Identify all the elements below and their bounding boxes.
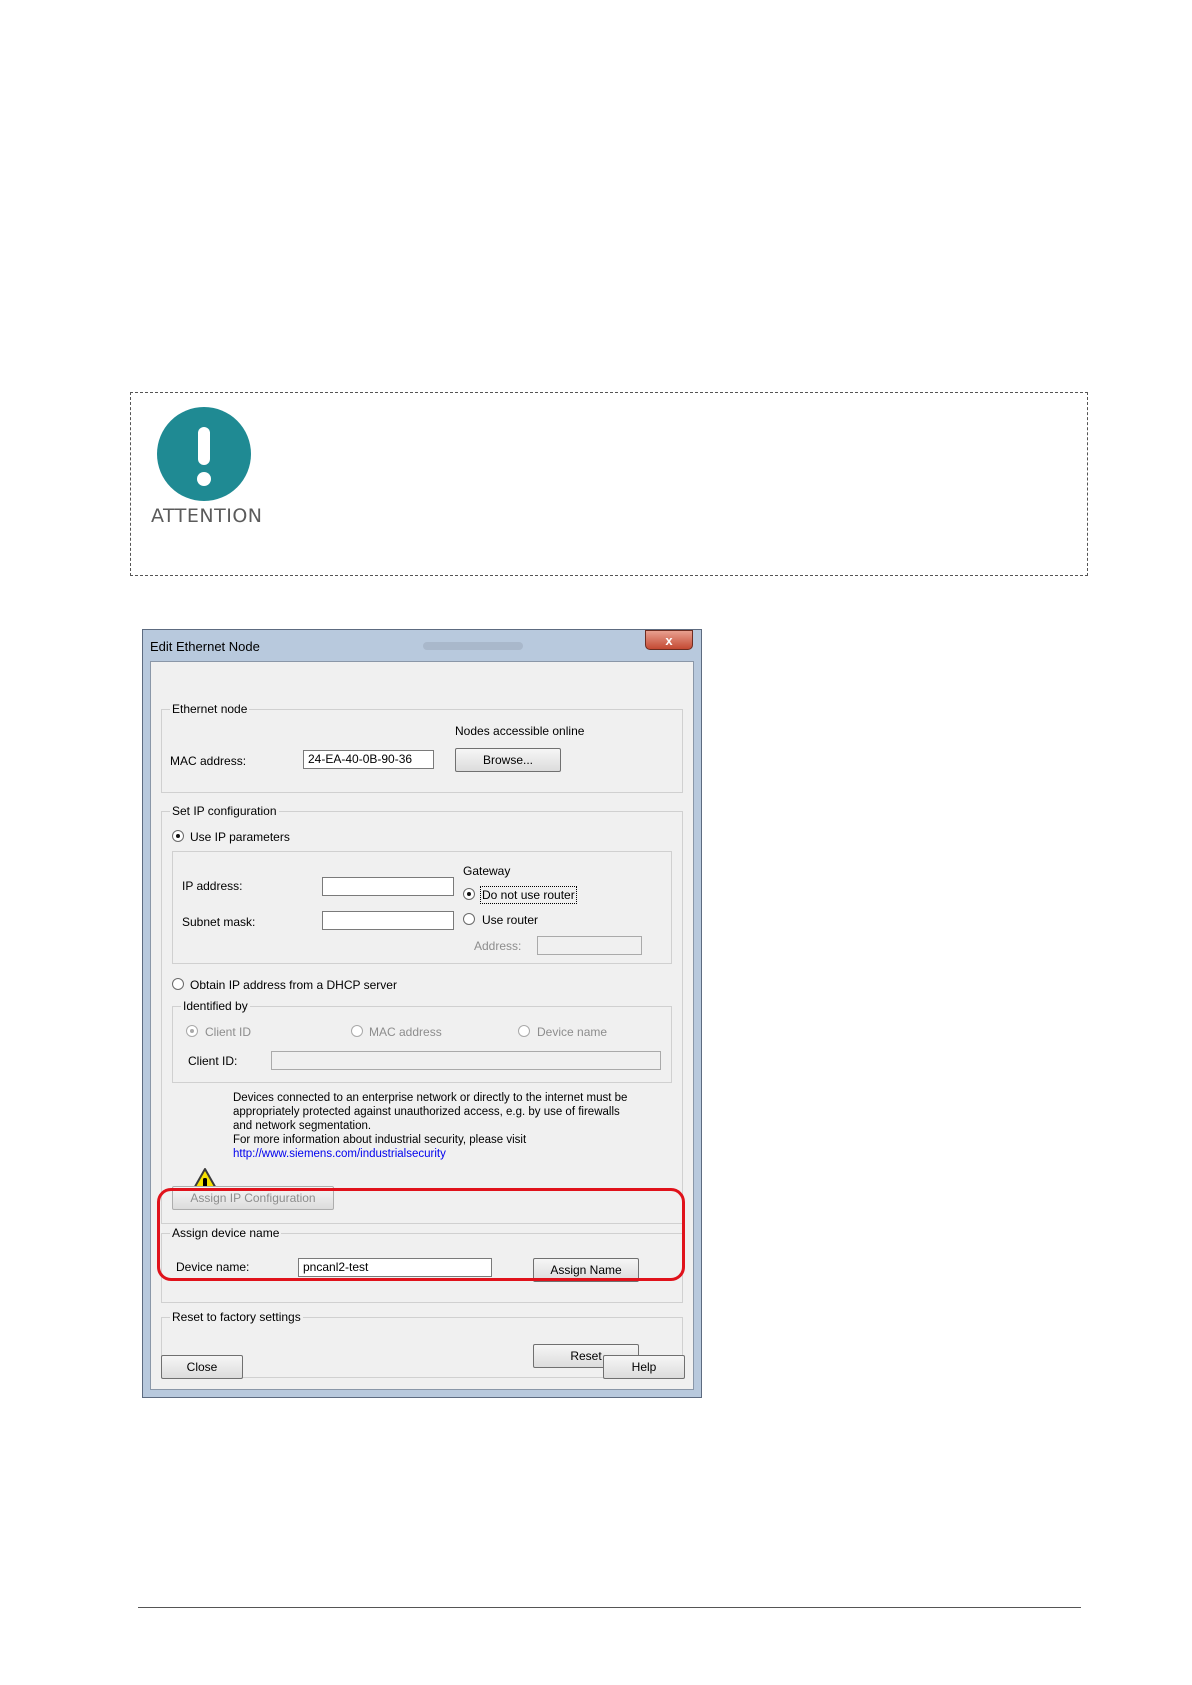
client-id-radio[interactable] bbox=[186, 1025, 198, 1037]
no-router-label: Do not use router bbox=[480, 886, 577, 904]
security-notice: Devices connected to an enterprise netwo… bbox=[233, 1091, 653, 1161]
use-ip-parameters-label: Use IP parameters bbox=[190, 830, 290, 844]
close-button[interactable]: Close bbox=[161, 1355, 243, 1379]
dhcp-label: Obtain IP address from a DHCP server bbox=[190, 978, 397, 992]
device-name-highlight bbox=[157, 1188, 685, 1281]
nodes-online-label: Nodes accessible online bbox=[455, 724, 585, 738]
reset-factory-group-label: Reset to factory settings bbox=[170, 1310, 303, 1324]
client-id-field[interactable] bbox=[271, 1051, 661, 1070]
use-ip-parameters-radio[interactable] bbox=[172, 830, 184, 842]
client-id-radio-label: Client ID bbox=[205, 1025, 252, 1039]
title-bar[interactable]: Edit Ethernet Node x bbox=[143, 630, 701, 660]
mac-address-radio[interactable] bbox=[351, 1025, 363, 1037]
security-link[interactable]: http://www.siemens.com/industrialsecurit… bbox=[233, 1147, 653, 1161]
device-name-radio[interactable] bbox=[518, 1025, 530, 1037]
exclamation-circle-icon bbox=[157, 407, 251, 501]
dialog-title: Edit Ethernet Node bbox=[150, 639, 260, 654]
security-line-2: appropriately protected against unauthor… bbox=[233, 1106, 620, 1118]
no-router-radio[interactable] bbox=[463, 888, 475, 900]
footer-divider bbox=[138, 1607, 1081, 1608]
ip-address-label: IP address: bbox=[182, 879, 243, 893]
device-name-radio-label: Device name bbox=[537, 1025, 608, 1039]
ip-configuration-group: Set IP configuration Use IP parameters I… bbox=[161, 804, 683, 1224]
help-button[interactable]: Help bbox=[603, 1355, 685, 1379]
subnet-mask-field[interactable] bbox=[322, 911, 454, 930]
mac-address-field[interactable]: 24-EA-40-0B-90-36 bbox=[303, 750, 434, 769]
ip-parameters-subgroup: IP address: Subnet mask: Gateway Do not … bbox=[172, 851, 672, 964]
security-line-3: and network segmentation. bbox=[233, 1120, 372, 1132]
dhcp-radio[interactable] bbox=[172, 978, 184, 990]
client-id-label: Client ID: bbox=[188, 1054, 238, 1068]
security-line-4: For more information about industrial se… bbox=[233, 1134, 527, 1146]
close-icon[interactable]: x bbox=[645, 630, 693, 650]
subnet-mask-label: Subnet mask: bbox=[182, 915, 256, 929]
ip-address-field[interactable] bbox=[322, 877, 454, 896]
edit-ethernet-node-dialog: Edit Ethernet Node x Ethernet node MAC a… bbox=[142, 629, 702, 1398]
use-router-radio[interactable] bbox=[463, 913, 475, 925]
blurred-title-text bbox=[423, 642, 523, 650]
identified-by-subgroup: Identified by Client ID MAC address Devi… bbox=[172, 999, 672, 1083]
ethernet-node-group: Ethernet node MAC address: 24-EA-40-0B-9… bbox=[161, 702, 683, 793]
use-router-label: Use router bbox=[482, 913, 539, 927]
ethernet-node-group-label: Ethernet node bbox=[170, 702, 250, 716]
gateway-label: Gateway bbox=[463, 864, 511, 878]
browse-button[interactable]: Browse... bbox=[455, 748, 561, 772]
attention-note: ATTENTION bbox=[130, 392, 1088, 576]
router-address-field[interactable] bbox=[537, 936, 642, 955]
mac-address-label: MAC address: bbox=[170, 754, 247, 768]
ip-configuration-group-label: Set IP configuration bbox=[170, 804, 279, 818]
attention-label: ATTENTION bbox=[151, 505, 263, 527]
mac-address-radio-label: MAC address bbox=[369, 1025, 442, 1039]
router-address-label: Address: bbox=[474, 939, 522, 953]
identified-by-label: Identified by bbox=[181, 999, 250, 1013]
security-line-1: Devices connected to an enterprise netwo… bbox=[233, 1092, 628, 1104]
